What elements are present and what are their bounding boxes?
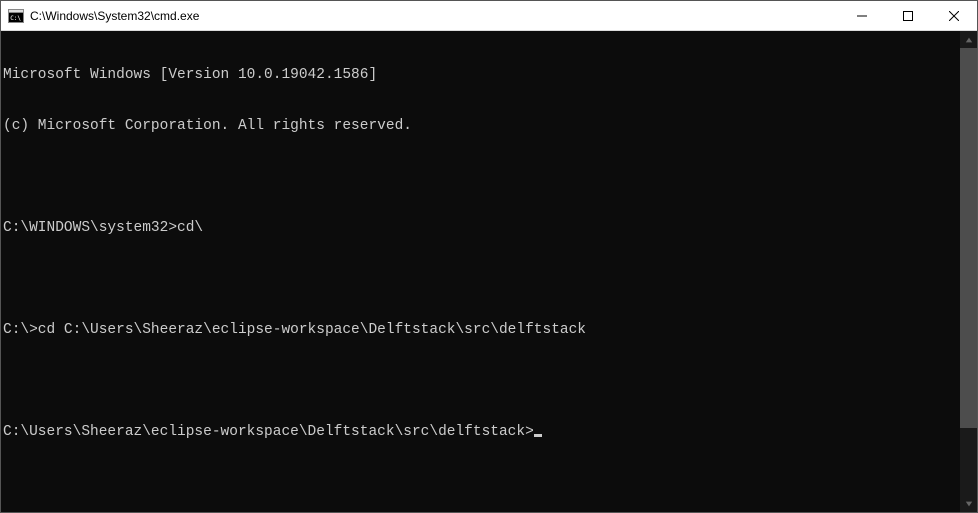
- scroll-up-button[interactable]: [960, 31, 977, 48]
- terminal-output[interactable]: Microsoft Windows [Version 10.0.19042.15…: [1, 31, 960, 512]
- client-area: Microsoft Windows [Version 10.0.19042.15…: [1, 31, 977, 512]
- minimize-button[interactable]: [839, 1, 885, 30]
- terminal-line: (c) Microsoft Corporation. All rights re…: [3, 118, 960, 135]
- scrollbar-thumb[interactable]: [960, 48, 977, 428]
- close-button[interactable]: [931, 1, 977, 30]
- cmd-icon: C:\: [8, 8, 24, 24]
- terminal-line: C:\WINDOWS\system32>cd\: [3, 220, 960, 237]
- terminal-prompt-line: C:\Users\Sheeraz\eclipse-workspace\Delft…: [3, 424, 960, 441]
- terminal-line: C:\>cd C:\Users\Sheeraz\eclipse-workspac…: [3, 322, 960, 339]
- cmd-window: C:\ C:\Windows\System32\cmd.exe Microsof…: [0, 0, 978, 513]
- scrollbar-track[interactable]: [960, 48, 977, 495]
- terminal-line: [3, 169, 960, 186]
- terminal-line: Microsoft Windows [Version 10.0.19042.15…: [3, 67, 960, 84]
- window-title: C:\Windows\System32\cmd.exe: [30, 9, 199, 23]
- maximize-button[interactable]: [885, 1, 931, 30]
- vertical-scrollbar[interactable]: [960, 31, 977, 512]
- terminal-line: [3, 271, 960, 288]
- cursor-icon: [534, 434, 542, 437]
- window-titlebar[interactable]: C:\ C:\Windows\System32\cmd.exe: [1, 1, 977, 31]
- scroll-down-button[interactable]: [960, 495, 977, 512]
- terminal-line: [3, 373, 960, 390]
- terminal-prompt: C:\Users\Sheeraz\eclipse-workspace\Delft…: [3, 424, 534, 440]
- svg-text:C:\: C:\: [10, 15, 21, 22]
- window-controls: [839, 1, 977, 30]
